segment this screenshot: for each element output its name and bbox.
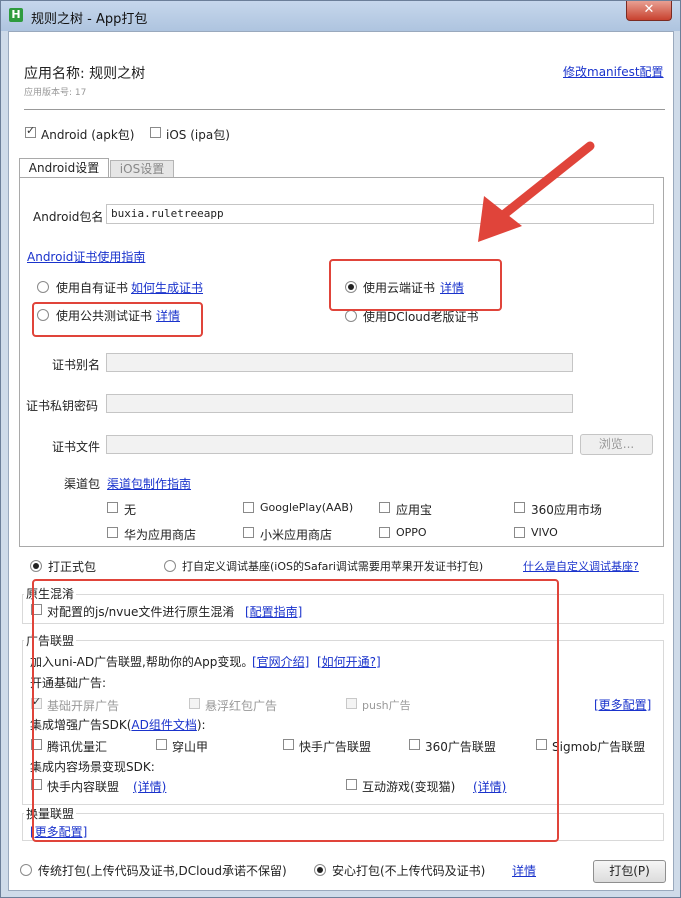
own-cert-label: 使用自有证书 — [56, 281, 129, 295]
sigmob-ad-label: Sigmob广告联盟 — [552, 740, 646, 754]
radio-traditional-pack[interactable] — [20, 864, 32, 876]
channel-label-none: 无 — [124, 503, 137, 517]
title-bar: H 规则之树 - App打包 ✕ — [1, 1, 680, 31]
tab-android-settings[interactable]: Android设置 — [19, 158, 109, 178]
channel-label: 渠道包 — [64, 477, 101, 491]
channel-checkbox-googleplay[interactable] — [243, 502, 254, 513]
cert-password-label: 证书私钥密码 — [26, 399, 99, 413]
cert-password-input[interactable] — [106, 394, 573, 413]
channel-label-huawei: 华为应用商店 — [124, 528, 197, 542]
cert-guide-link[interactable]: Android证书使用指南 — [27, 248, 145, 265]
dialog-body: 应用名称: 规则之树 应用版本号: 17 修改manifest配置 Androi… — [8, 31, 674, 891]
pack-button[interactable]: 打包(P) — [593, 860, 666, 883]
close-button[interactable]: ✕ — [626, 1, 672, 21]
window-title: 规则之树 - App打包 — [31, 12, 148, 27]
formal-build-label: 打正式包 — [48, 560, 97, 574]
app-pack-window: H 规则之树 - App打包 ✕ 应用名称: 规则之树 应用版本号: 17 修改… — [0, 0, 681, 898]
tab-ios-label: iOS设置 — [119, 162, 165, 176]
edit-manifest-link[interactable]: 修改manifest配置 — [563, 63, 664, 80]
safe-pack-detail-link[interactable]: 详情 — [512, 862, 536, 879]
radio-custom-debug-base[interactable] — [164, 560, 176, 572]
package-name-label: Android包名 — [33, 210, 104, 224]
channel-label-oppo: OPPO — [396, 526, 427, 539]
cert-alias-input[interactable] — [106, 353, 573, 372]
radio-safe-pack[interactable] — [314, 864, 326, 876]
app-name-label: 应用名称: 规则之树 — [24, 66, 146, 82]
app-version-label: 应用版本号: 17 — [24, 88, 87, 98]
what-is-custom-base-link[interactable]: 什么是自定义调试基座? — [523, 558, 639, 574]
channel-label-360: 360应用市场 — [531, 503, 602, 517]
channel-checkbox-xiaomi[interactable] — [243, 527, 254, 538]
cert-file-input[interactable] — [106, 435, 573, 454]
annotation-arrow-icon — [478, 141, 595, 242]
how-to-generate-cert-link[interactable]: 如何生成证书 — [131, 279, 203, 296]
cert-file-label: 证书文件 — [52, 440, 101, 454]
channel-label-yingyongbao: 应用宝 — [396, 503, 433, 517]
tab-android-label: Android设置 — [28, 161, 100, 175]
cert-alias-label: 证书别名 — [52, 358, 101, 372]
channel-checkbox-vivo[interactable] — [514, 527, 525, 538]
radio-formal-build[interactable] — [30, 560, 42, 572]
tab-ios-settings[interactable]: iOS设置 — [110, 160, 174, 178]
channel-checkbox-oppo[interactable] — [379, 527, 390, 538]
channel-label-vivo: VIVO — [531, 526, 558, 539]
android-checkbox[interactable] — [25, 124, 36, 138]
channel-label-xiaomi: 小米应用商店 — [260, 528, 333, 542]
android-checkbox-label: Android (apk包) — [41, 128, 135, 142]
radio-own-cert[interactable] — [37, 281, 49, 293]
traditional-pack-label: 传统打包(上传代码及证书,DCloud承诺不保留) — [38, 864, 287, 878]
annotation-box-public-test-cert — [32, 302, 203, 337]
channel-checkbox-none[interactable] — [107, 502, 118, 513]
custom-debug-base-label: 打自定义调试基座(iOS的Safari调试需要用苹果开发证书打包) — [182, 560, 484, 573]
hbuilder-logo-icon: H — [9, 8, 23, 22]
ad-more-config-link[interactable]: [更多配置] — [594, 696, 651, 713]
channel-checkbox-360[interactable] — [514, 502, 525, 513]
safe-pack-label: 安心打包(不上传代码及证书) — [332, 864, 486, 878]
channel-checkbox-yingyongbao[interactable] — [379, 502, 390, 513]
annotation-box-ad-sections — [32, 579, 559, 842]
channel-guide-link[interactable]: 渠道包制作指南 — [107, 475, 191, 492]
radio-dcloud-old-cert[interactable] — [345, 310, 357, 322]
ios-checkbox-label: iOS (ipa包) — [166, 128, 230, 142]
annotation-box-cloud-cert — [329, 259, 502, 311]
channel-checkbox-huawei[interactable] — [107, 527, 118, 538]
channel-label-googleplay: GooglePlay(AAB) — [260, 501, 354, 514]
header-divider — [24, 109, 665, 110]
browse-button[interactable]: 浏览... — [580, 434, 653, 455]
ios-checkbox[interactable] — [150, 127, 161, 138]
